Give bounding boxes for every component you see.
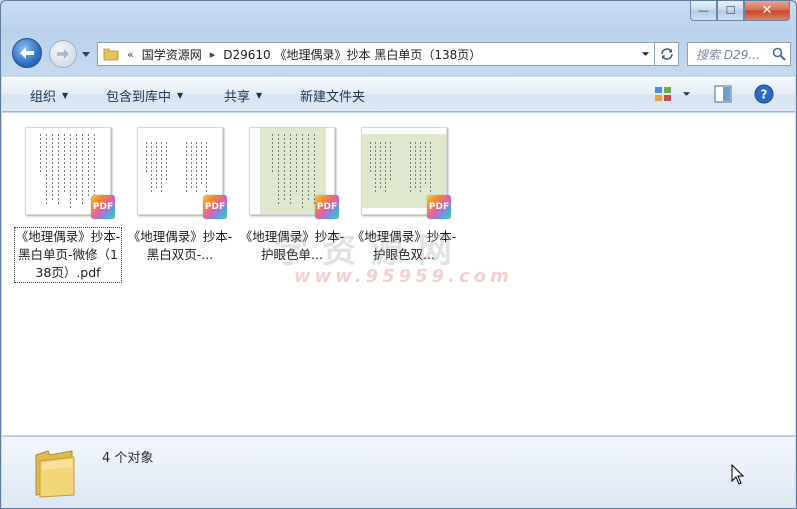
pdf-file-icon: PDF (427, 195, 451, 219)
pdf-file-icon: PDF (203, 195, 227, 219)
pdf-thumbnail: PDF (357, 123, 451, 219)
chevron-down-icon: ▼ (256, 90, 263, 100)
address-dropdown-icon[interactable] (641, 51, 650, 57)
forward-arrow-icon (57, 48, 69, 60)
details-pane: 4 个对象 (2, 436, 795, 508)
mouse-pointer-icon (731, 464, 745, 485)
share-label: 共享 (224, 89, 251, 105)
new-folder-label: 新建文件夹 (300, 89, 366, 105)
new-folder-button[interactable]: 新建文件夹 (300, 78, 365, 112)
search-box[interactable]: 搜索 D29... (687, 42, 791, 66)
file-name: 《地理偶录》抄本-护眼色双... (351, 229, 457, 262)
address-overflow-chevron[interactable]: « (127, 48, 134, 61)
file-name: 《地理偶录》抄本-黑白单页-微修（138页）.pdf (14, 227, 122, 283)
file-name: 《地理偶录》抄本-护眼色单... (239, 229, 345, 262)
pdf-file-icon: PDF (91, 195, 115, 219)
pdf-thumbnail: PDF (245, 123, 339, 219)
forward-button[interactable] (49, 40, 77, 68)
include-in-library-button[interactable]: 包含到库中 ▼ (106, 78, 183, 112)
item-count: 4 个对象 (102, 451, 154, 466)
refresh-icon (660, 48, 673, 60)
breadcrumb-current[interactable]: D29610 《地理偶录》抄本 黑白单页（138页） (223, 46, 481, 63)
back-arrow-icon (20, 47, 34, 59)
back-button[interactable] (12, 38, 42, 68)
file-name: 《地理偶录》抄本-黑白双页-... (127, 229, 233, 262)
address-bar[interactable]: « 国学资源网 ▸ D29610 《地理偶录》抄本 黑白单页（138页） (97, 42, 655, 66)
file-list-pane[interactable]: PDF 《地理偶录》抄本-黑白单页-微修（138页）.pdf PDF 《地理偶录… (2, 113, 795, 435)
include-in-library-label: 包含到库中 (106, 89, 172, 105)
pdf-thumbnail: PDF (133, 123, 227, 219)
refresh-button[interactable] (655, 42, 679, 66)
folder-icon (35, 450, 75, 498)
search-icon[interactable] (772, 47, 786, 61)
breadcrumb-separator-icon[interactable]: ▸ (210, 48, 216, 61)
share-menu-button[interactable]: 共享 ▼ (224, 78, 262, 112)
organize-label: 组织 (30, 89, 57, 105)
svg-text:?: ? (761, 88, 768, 102)
file-item[interactable]: PDF 《地理偶录》抄本-黑白单页-微修（138页）.pdf (13, 119, 123, 285)
search-input[interactable]: 搜索 D29... (696, 46, 770, 63)
breadcrumb-root[interactable]: 国学资源网 (142, 46, 202, 63)
caption-buttons: — ☐ ✕ (690, 1, 790, 23)
file-item[interactable]: PDF 《地理偶录》抄本-护眼色单... (237, 119, 347, 285)
explorer-window: — ☐ ✕ « 国学资源网 ▸ D29610 《地理偶录》抄本 黑白单页（138… (0, 0, 797, 509)
pdf-file-icon: PDF (315, 195, 339, 219)
folder-icon (103, 48, 119, 61)
close-button[interactable]: ✕ (744, 1, 790, 21)
maximize-button[interactable]: ☐ (717, 1, 744, 21)
file-item[interactable]: PDF 《地理偶录》抄本-护眼色双... (349, 119, 459, 285)
change-view-icon[interactable] (654, 85, 672, 103)
minimize-button[interactable]: — (690, 1, 717, 21)
preview-pane-icon[interactable] (714, 85, 732, 103)
command-bar: 组织 ▼ 包含到库中 ▼ 共享 ▼ 新建文件夹 ? (2, 77, 795, 112)
chevron-down-icon: ▼ (177, 90, 184, 100)
navigation-bar: « 国学资源网 ▸ D29610 《地理偶录》抄本 黑白单页（138页） 搜索 … (1, 31, 796, 71)
file-item[interactable]: PDF 《地理偶录》抄本-黑白双页-... (125, 119, 235, 285)
chevron-down-icon: ▼ (62, 90, 69, 100)
view-options-dropdown-icon[interactable] (682, 91, 691, 97)
help-icon[interactable]: ? (754, 84, 774, 104)
pdf-thumbnail: PDF (21, 123, 115, 219)
recent-pages-dropdown-icon[interactable] (81, 49, 91, 59)
organize-menu-button[interactable]: 组织 ▼ (30, 78, 68, 112)
